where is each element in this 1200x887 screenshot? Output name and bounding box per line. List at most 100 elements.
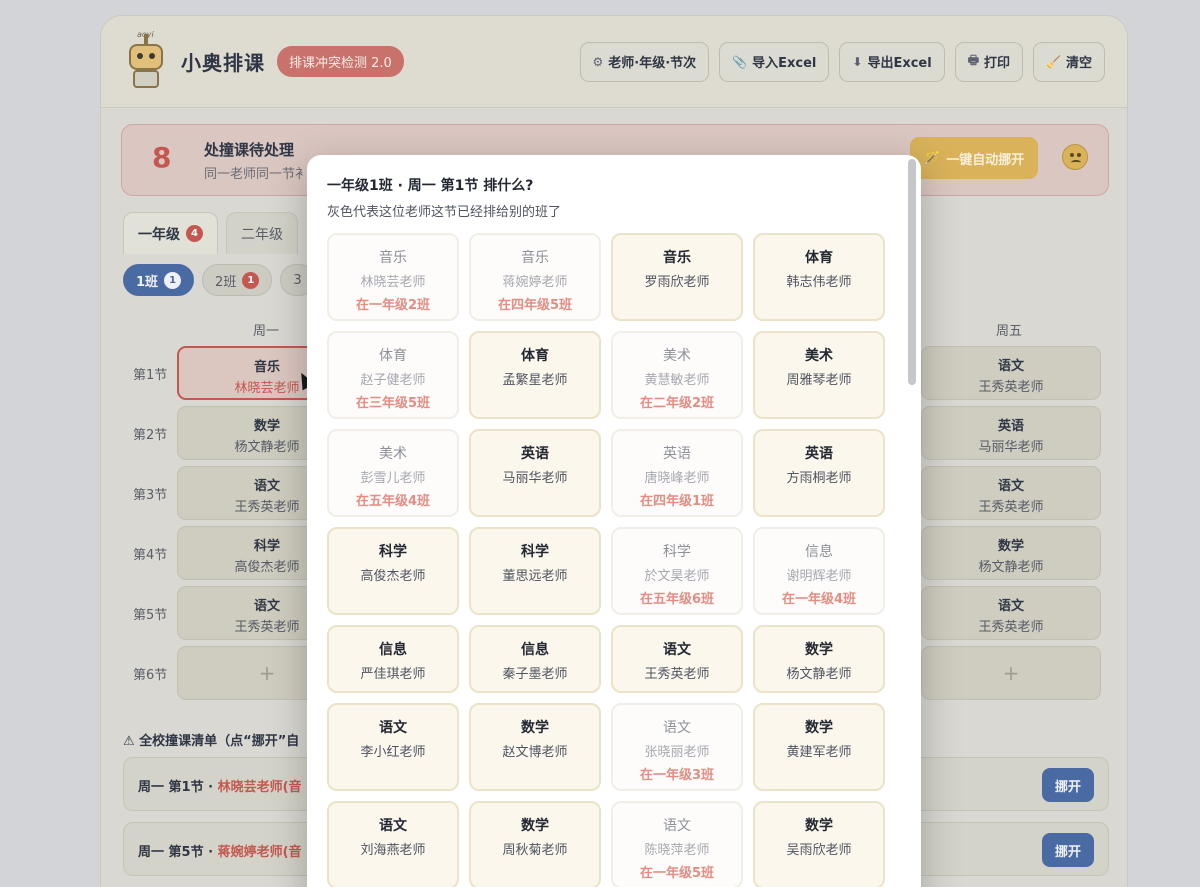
option-card[interactable]: 信息 秦子墨老师 [469,625,601,693]
version-badge: 排课冲突检测 2.0 [277,46,404,77]
day-header-monday: 周一 [253,324,280,339]
timetable-cell[interactable]: 数学 杨文静老师 [921,526,1101,580]
conflict-row-text: 周一 第1节 · 林晓芸老师(音 [138,776,302,795]
option-card[interactable]: 音乐蒋婉婷老师在四年级5班 [469,233,601,321]
timetable-cell[interactable]: 语文 王秀英老师 [921,466,1101,520]
import-excel-button[interactable]: 📎 导入Excel [719,41,830,82]
option-card[interactable]: 体育 赵子健老师 在三年级5班 [327,331,459,419]
option-card[interactable]: 数学 吴雨欣老师 [753,801,885,887]
grade-tab-label: 一年级 [138,226,180,243]
option-subject: 数学 [805,642,833,658]
grade-tab[interactable]: 二年级 [226,212,298,254]
grade-tab-label: 二年级 [241,226,283,243]
option-card[interactable]: 语文 刘海燕老师 [327,801,459,887]
option-subject: 音乐 [521,250,549,266]
clear-icon: 🧹 [1046,54,1061,69]
option-subject: 体育 [521,348,549,364]
option-card[interactable]: 语文 张晓丽老师 在一年级3班 [611,703,743,791]
option-subject: 美术 [805,348,833,364]
timetable-cell[interactable]: 语文 王秀英老师 [921,586,1101,640]
option-teacher: 唐晓峰老师 [644,471,710,486]
option-subject: 语文 [379,818,407,834]
option-teacher: 王秀英老师 [644,667,710,682]
option-card[interactable]: 英语 唐晓峰老师 在四年级1班 [611,429,743,517]
clear-button-label: 清空 [1065,56,1092,71]
course-picker-modal: 一年级1班 · 周一 第1节 排什么? 灰色代表这位老师这节已经排给别的班了 音… [307,155,921,887]
option-card[interactable]: 美术 周雅琴老师 [753,331,885,419]
option-card[interactable]: 数学 杨文静老师 [753,625,885,693]
option-card[interactable]: 美术 彭雪儿老师 在五年级4班 [327,429,459,517]
conflict-count: 8 [152,141,172,174]
option-subject: 美术 [663,348,691,364]
timetable-cell[interactable]: 英语 马丽华老师 [921,406,1101,460]
cell-teacher: 王秀英老师 [978,380,1044,395]
period-label: 第3节 [133,488,168,503]
option-card[interactable]: 体育 孟繁星老师 [469,331,601,419]
option-teacher: 赵文博老师 [502,745,568,760]
option-busy-note: 在一年级5班 [639,866,715,881]
cell-teacher: 马丽华老师 [978,440,1044,455]
modal-scrollbar[interactable] [908,159,916,385]
timetable-cell[interactable]: 语文 王秀英老师 [921,346,1101,400]
option-subject: 数学 [521,720,549,736]
option-teacher: 黄建军老师 [786,745,852,760]
modal-title: 一年级1班 · 周一 第1节 排什么? [327,178,534,194]
option-card[interactable]: 音乐 林晓芸老师 在一年级2班 [327,233,459,321]
option-card[interactable]: 数学 黄建军老师 [753,703,885,791]
option-card[interactable]: 科学 董思远老师 [469,527,601,615]
magic-wand-icon: 🪄 [924,150,941,166]
option-teacher: 蒋婉婷老师 [502,275,568,290]
conflict-row-text: 周一 第5节 · 蒋婉婷老师(音 [138,841,302,860]
option-card[interactable]: 音乐 罗雨欣老师 [611,233,743,321]
cell-subject: 数学 [997,539,1024,554]
class-pill[interactable]: 1班 1 [123,264,195,296]
conflict-list-title: ⚠ 全校撞课清单（点“挪开”自 [123,734,300,749]
option-subject: 信息 [805,544,833,560]
conflict-row-teacher: 林晓芸老师(音 [217,780,302,795]
option-busy-note: 在五年级6班 [639,592,715,607]
class-pill[interactable]: 2班 1 [202,264,273,296]
option-card[interactable]: 数学 赵文博老师 [469,703,601,791]
option-card[interactable]: 体育 韩志伟老师 [753,233,885,321]
print-button[interactable]: 🖶 打印 [954,41,1024,82]
timetable-cell[interactable]: + [921,646,1101,700]
clear-button[interactable]: 🧹 清空 [1033,41,1105,82]
cell-subject: 语文 [997,359,1024,374]
teacher-grade-period-icon: ⚙ [592,54,604,69]
teacher-grade-period-button[interactable]: ⚙ 老师·年级·节次 [579,41,710,82]
option-teacher: 秦子墨老师 [502,667,568,682]
option-busy-note: 在一年级3班 [639,768,715,783]
option-card[interactable]: 语文 王秀英老师 [611,625,743,693]
option-card[interactable]: 数学 周秋菊老师 [469,801,601,887]
option-teacher: 於文昊老师 [644,569,710,584]
option-card[interactable]: 英语 马丽华老师 [469,429,601,517]
option-card[interactable]: 美术 黄慧敏老师 在二年级2班 [611,331,743,419]
add-lesson-icon: + [1002,661,1020,685]
option-card[interactable]: 科学 高俊杰老师 [327,527,459,615]
option-teacher: 赵子健老师 [360,373,426,388]
option-card[interactable]: 英语 方雨桐老师 [753,429,885,517]
option-card[interactable]: 语文 陈晓萍老师 在一年级5班 [611,801,743,887]
conflict-count-badge: 1 [164,271,182,289]
option-busy-note: 在四年级5班 [497,298,573,313]
export-excel-button[interactable]: ⬇ 导出Excel [839,41,945,82]
move-away-button[interactable]: 挪开 [1042,833,1094,867]
move-away-button[interactable]: 挪开 [1042,768,1094,802]
cell-teacher: 杨文静老师 [978,560,1044,575]
auto-resolve-button[interactable]: 🪄 一键自动挪开 [910,137,1039,179]
option-card[interactable]: 信息 谢明辉老师 在一年级4班 [753,527,885,615]
option-subject: 数学 [805,720,833,736]
option-teacher: 高俊杰老师 [360,569,426,584]
option-card[interactable]: 科学 於文昊老师 在五年级6班 [611,527,743,615]
option-subject: 音乐 [379,250,407,266]
class-pills: 1班 1 2班 1 3 [123,264,315,296]
option-card[interactable]: 信息 严佳琪老师 [327,625,459,693]
period-label: 第2节 [133,428,168,443]
option-teacher: 黄慧敏老师 [644,373,710,388]
auto-resolve-label: 一键自动挪开 [946,152,1025,168]
grade-tabs: 一年级 4 二年级 [123,212,298,254]
class-pill-label: 2班 [215,274,237,290]
grade-tab[interactable]: 一年级 4 [123,212,218,254]
worried-face-icon [1062,144,1088,170]
option-card[interactable]: 语文 李小红老师 [327,703,459,791]
